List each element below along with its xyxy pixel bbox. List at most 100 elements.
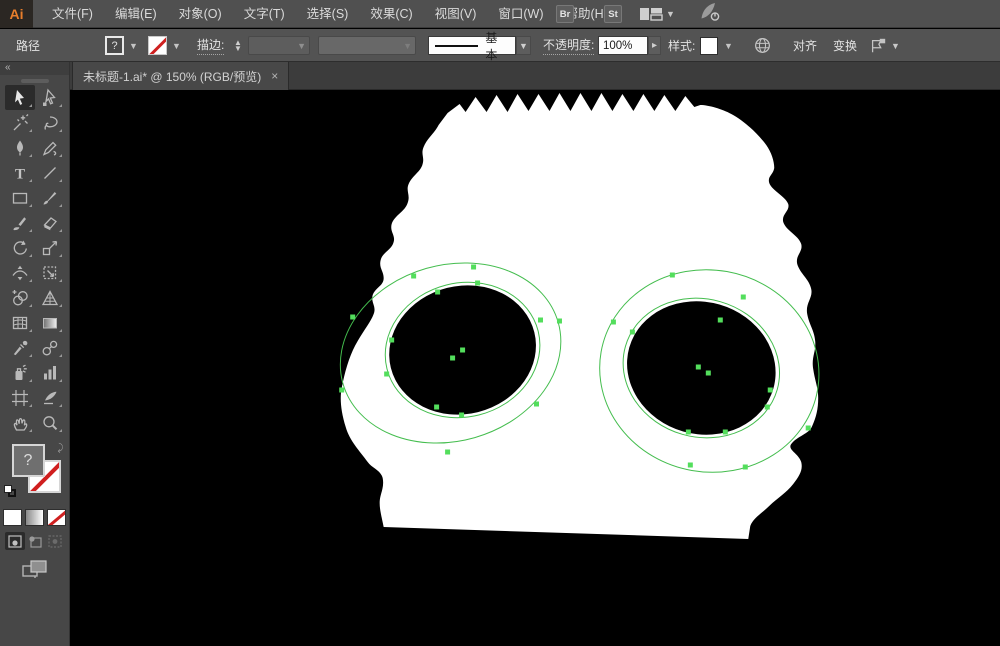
tool-zoom[interactable] [35, 410, 65, 435]
tool-free-transform[interactable] [35, 260, 65, 285]
tool-direct-selection[interactable] [35, 85, 65, 110]
right-eye-anchor-point[interactable] [805, 425, 811, 431]
tool-blend[interactable] [35, 335, 65, 360]
left-eye-anchor-point[interactable] [471, 264, 477, 270]
tool-pencil[interactable] [35, 135, 65, 160]
left-eye-anchor-point[interactable] [339, 387, 345, 393]
tool-column-graph[interactable] [35, 360, 65, 385]
menu-item-3[interactable]: 文字(T) [233, 0, 296, 28]
cs-live-button[interactable] [698, 2, 722, 27]
right-eye-anchor-point[interactable] [685, 429, 691, 435]
canvas[interactable] [71, 90, 1000, 646]
menu-item-1[interactable]: 编辑(E) [104, 0, 168, 28]
left-eye-anchor-point[interactable] [534, 401, 539, 407]
gradient-button[interactable] [25, 509, 44, 526]
stock-button[interactable]: St [604, 5, 622, 23]
tool-eraser[interactable] [35, 210, 65, 235]
right-eye-anchor-point[interactable] [742, 464, 748, 470]
left-eye-anchor-point[interactable] [411, 273, 417, 279]
tool-rectangle[interactable] [5, 185, 35, 210]
brush-dropdown[interactable]: ▼ [318, 29, 416, 62]
fill-swatch[interactable]: ? [105, 29, 124, 62]
tool-pen[interactable] [5, 135, 35, 160]
tool-rotate[interactable] [5, 235, 35, 260]
right-eye-anchor-point[interactable] [610, 319, 616, 325]
right-eye-anchor-point[interactable] [669, 272, 675, 278]
left-eye-center-point[interactable] [460, 347, 466, 353]
right-eye-center-point[interactable] [705, 370, 711, 376]
left-eye-anchor-point[interactable] [435, 289, 441, 295]
menu-item-0[interactable]: 文件(F) [41, 0, 104, 28]
opacity-expand-button[interactable]: ▸ [648, 29, 661, 62]
stroke-weight-dropdown[interactable]: ▼ [248, 29, 310, 62]
tool-width[interactable] [5, 260, 35, 285]
right-eye-anchor-point[interactable] [740, 294, 746, 300]
stroke-weight-stepper[interactable]: ▲ ▼ [234, 29, 242, 62]
tool-shape-builder[interactable] [5, 285, 35, 310]
tool-mesh[interactable] [5, 310, 35, 335]
stroke-swatch-chevron[interactable]: ▼ [170, 29, 183, 62]
left-eye-anchor-point[interactable] [389, 337, 395, 343]
left-eye-center-point[interactable] [450, 355, 456, 361]
right-eye-anchor-point[interactable] [717, 317, 723, 323]
draw-behind-button[interactable] [25, 532, 45, 550]
tool-symbol-sprayer[interactable] [5, 360, 35, 385]
stroke-none-swatch[interactable] [148, 29, 167, 62]
tool-paintbrush[interactable] [35, 185, 65, 210]
draw-normal-button[interactable] [4, 532, 25, 550]
right-eye-anchor-point[interactable] [687, 462, 693, 468]
menu-item-6[interactable]: 视图(V) [424, 0, 488, 28]
menu-item-7[interactable]: 窗口(W) [487, 0, 554, 28]
left-eye-anchor-point[interactable] [475, 280, 481, 286]
right-eye-anchor-point[interactable] [764, 404, 770, 410]
style-swatch[interactable] [700, 29, 718, 62]
left-eye-anchor-point[interactable] [434, 404, 440, 410]
draw-inside-button[interactable] [45, 532, 65, 550]
tab-close-icon[interactable]: × [271, 69, 278, 83]
tool-hand[interactable] [5, 410, 35, 435]
workspace-switcher[interactable]: ▼ [639, 6, 675, 22]
left-eye-anchor-point[interactable] [459, 412, 465, 418]
opacity-label[interactable]: 不透明度: [543, 29, 595, 62]
right-eye-anchor-point[interactable] [767, 387, 773, 393]
tool-blob-brush[interactable] [5, 210, 35, 235]
document-tab[interactable]: 未标题-1.ai* @ 150% (RGB/预览) × [72, 62, 290, 90]
bridge-button[interactable]: Br [556, 5, 574, 23]
stroke-weight-label[interactable]: 描边: [197, 29, 225, 62]
tool-gradient[interactable] [35, 310, 65, 335]
swap-fill-stroke-icon[interactable]: ⤸ [58, 443, 64, 454]
right-eye-anchor-point[interactable] [722, 429, 728, 435]
menu-item-5[interactable]: 效果(C) [359, 0, 423, 28]
stroke-style-chevron[interactable]: ▼ [516, 36, 531, 55]
left-eye-anchor-point[interactable] [384, 371, 390, 377]
align-button[interactable]: 对齐 [793, 29, 817, 62]
tool-perspective-grid[interactable] [35, 285, 65, 310]
left-eye-anchor-point[interactable] [556, 318, 562, 324]
left-eye-anchor-point[interactable] [350, 314, 356, 320]
tool-slice[interactable] [35, 385, 65, 410]
document-setup-globe[interactable] [753, 29, 772, 62]
color-button[interactable] [3, 509, 22, 526]
tool-artboard[interactable] [5, 385, 35, 410]
stroke-style-dropdown[interactable]: 基本 ▼ [428, 29, 531, 62]
menu-item-2[interactable]: 对象(O) [168, 0, 233, 28]
left-eye-anchor-point[interactable] [537, 317, 543, 323]
right-eye-center-point[interactable] [695, 364, 701, 370]
screen-mode-button[interactable] [0, 558, 69, 580]
tool-eyedropper[interactable] [5, 335, 35, 360]
tool-scale[interactable] [35, 235, 65, 260]
tool-line-segment[interactable] [35, 160, 65, 185]
default-fill-stroke-icon[interactable] [3, 485, 16, 497]
fill-color-well[interactable]: ? [11, 444, 45, 477]
select-similar-button[interactable]: ▼ [869, 29, 900, 62]
tool-lasso[interactable] [35, 110, 65, 135]
tool-type[interactable]: T [5, 160, 35, 185]
panel-collapse-button[interactable]: « [0, 62, 69, 75]
left-eye-anchor-point[interactable] [445, 449, 451, 455]
panel-grip[interactable] [20, 79, 49, 83]
none-button[interactable] [47, 509, 66, 526]
tool-magic-wand[interactable] [5, 110, 35, 135]
opacity-input[interactable]: 100% [598, 29, 648, 62]
menu-item-4[interactable]: 选择(S) [296, 0, 360, 28]
fill-swatch-chevron[interactable]: ▼ [127, 29, 140, 62]
